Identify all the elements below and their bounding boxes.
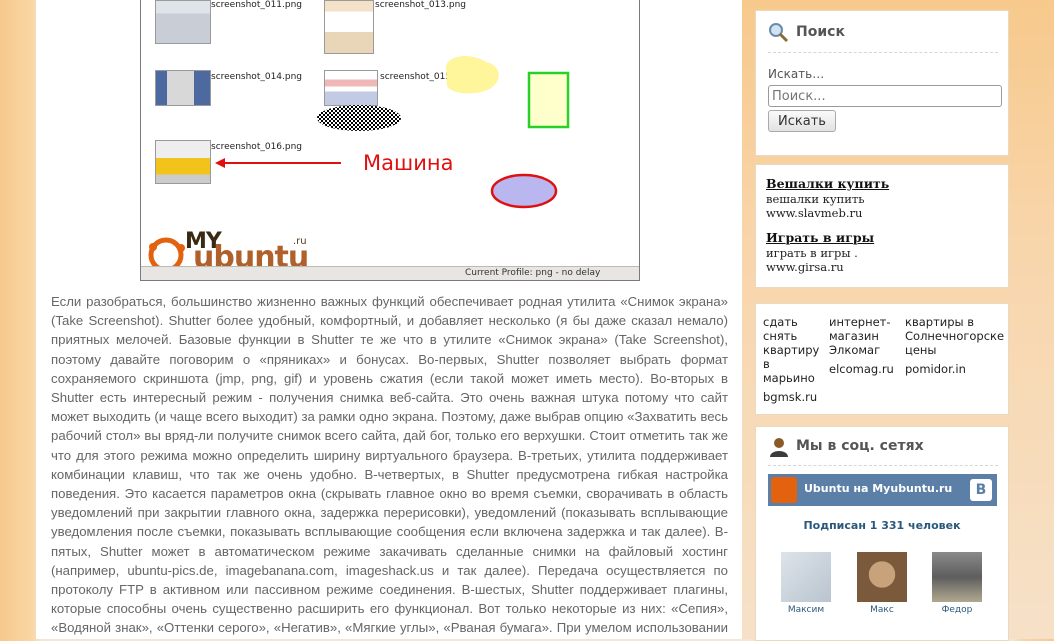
ad-col-1-site[interactable]: bgmsk.ru	[763, 390, 817, 404]
social-widget-title: Мы в соц. сетях	[796, 438, 924, 454]
search-widget: Поиск Искать… Искать	[755, 10, 1009, 156]
highlight-blob	[446, 56, 499, 94]
ad-text: играть в игры .	[766, 246, 858, 260]
social-widget: Мы в соц. сетях Ubuntu на Myubuntu.ru B …	[755, 426, 1009, 641]
ad-text: вешалки купить	[766, 192, 865, 206]
friend-name: Федор	[941, 605, 973, 615]
friend-avatar	[857, 552, 907, 602]
pixelate-ellipse	[317, 105, 401, 131]
main-content: screenshot_011.png screenshot_013.png sc…	[36, 0, 742, 639]
article-screenshot: screenshot_011.png screenshot_013.png sc…	[140, 0, 640, 281]
green-rectangle	[527, 71, 570, 129]
search-widget-title: Поиск	[796, 24, 845, 40]
friend-card[interactable]: Федор	[927, 552, 987, 615]
ad-col-3-site[interactable]: pomidor.in	[905, 362, 966, 376]
ads-widget: Вешалки купить вешалки купить www.slavme…	[755, 164, 1009, 288]
ad-link-hangers[interactable]: Вешалки купить	[766, 176, 889, 191]
vk-group-name: Ubuntu на Myubuntu.ru	[804, 482, 953, 495]
screenshot-status-bar: Current Profile: png - no delay	[141, 266, 639, 280]
magnifier-icon	[769, 23, 789, 43]
ad-col-2-site[interactable]: elcomag.ru	[829, 362, 894, 376]
friend-name: Макс	[870, 605, 894, 615]
ads-columns-widget: сдать снять квартиру в марьино bgmsk.ru …	[755, 303, 1009, 415]
article-body: Если разобраться, большинство жизненно в…	[51, 294, 728, 636]
divider	[768, 465, 998, 466]
divider	[768, 52, 998, 53]
search-input[interactable]	[768, 85, 1002, 107]
ad-url[interactable]: www.girsa.ru	[766, 260, 844, 274]
friend-avatar	[781, 552, 831, 602]
ad-col-1[interactable]: сдать снять квартиру в марьино	[763, 315, 823, 385]
group-logo-icon	[771, 477, 797, 503]
subscribers-count[interactable]: Подписан 1 331 человек	[756, 519, 1008, 532]
vk-group-header[interactable]: Ubuntu на Myubuntu.ru B	[768, 474, 997, 506]
ad-col-3[interactable]: квартиры в Солнечногорске цены	[905, 315, 1005, 357]
ad-col-text: сдать снять квартиру в марьино	[763, 315, 820, 385]
user-icon	[770, 438, 788, 457]
annotation-text: Машина	[363, 151, 454, 175]
ad-col-text: квартиры в Солнечногорске цены	[905, 315, 1005, 357]
logo-suffix: .ru	[293, 236, 307, 247]
vk-logo-icon: B	[970, 479, 992, 501]
arrow-head	[215, 158, 225, 168]
friend-card[interactable]: Максим	[776, 552, 836, 615]
friend-card[interactable]: Макс	[852, 552, 912, 615]
blue-ellipse	[490, 173, 558, 209]
ad-url[interactable]: www.slavmeb.ru	[766, 206, 862, 220]
ad-col-text: интернет-магазин Элкомаг	[829, 315, 891, 357]
search-button[interactable]: Искать	[768, 110, 836, 132]
status-text: Current Profile: png - no delay	[465, 268, 601, 278]
friend-name: Максим	[787, 605, 825, 615]
search-label: Искать…	[768, 67, 825, 81]
friend-avatar	[932, 552, 982, 602]
ad-link-games[interactable]: Играть в игры	[766, 230, 874, 245]
ad-col-2[interactable]: интернет-магазин Элкомаг	[829, 315, 901, 357]
